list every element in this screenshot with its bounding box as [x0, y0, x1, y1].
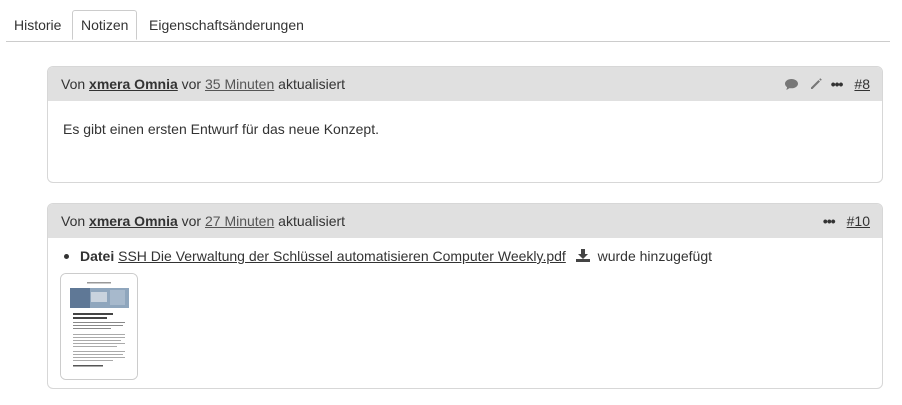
attachment-link[interactable]: SSH Die Verwaltung der Schlüssel automat…	[118, 248, 566, 264]
journal-details: Datei SSH Die Verwaltung der Schlüssel a…	[48, 247, 882, 266]
tab-history[interactable]: Historie	[6, 10, 69, 40]
journal-actions: ••• #8	[779, 67, 870, 101]
journal-header: Von xmera Omnia vor 35 Minuten aktualisi…	[48, 67, 882, 101]
journal-note: Es gibt einen ersten Entwurf für das neu…	[63, 121, 379, 137]
journal-number-link[interactable]: #8	[854, 67, 870, 101]
pdf-thumbnail[interactable]	[60, 273, 138, 380]
download-icon[interactable]	[575, 248, 590, 266]
speech-bubble-icon[interactable]	[781, 73, 803, 95]
author-link[interactable]: xmera Omnia	[89, 213, 178, 229]
time-link[interactable]: 35 Minuten	[205, 76, 274, 92]
journal-middle: vor	[181, 76, 202, 92]
journal-prefix: Von	[61, 213, 86, 229]
detail-label: Datei	[80, 248, 115, 264]
journal-actions: ••• #10	[819, 204, 870, 238]
ellipsis-icon[interactable]: •••	[823, 211, 836, 231]
tab-notes[interactable]: Notizen	[72, 10, 138, 40]
journal-suffix: aktualisiert	[278, 76, 346, 92]
journal-header: Von xmera Omnia vor 27 Minuten aktualisi…	[48, 204, 882, 238]
detail-item: Datei SSH Die Verwaltung der Schlüssel a…	[64, 247, 882, 266]
journal-number-link[interactable]: #10	[847, 204, 870, 238]
pencil-icon[interactable]	[805, 73, 827, 95]
author-link[interactable]: xmera Omnia	[89, 76, 178, 92]
ellipsis-icon[interactable]: •••	[831, 74, 844, 94]
detail-suffix: wurde hinzugefügt	[597, 248, 713, 264]
tab-bar: Historie Notizen Eigenschaftsänderungen	[6, 10, 890, 42]
journal-prefix: Von	[61, 76, 86, 92]
time-link[interactable]: 27 Minuten	[205, 213, 274, 229]
journal-entry: Von xmera Omnia vor 27 Minuten aktualisi…	[47, 203, 883, 389]
journal-middle: vor	[181, 213, 202, 229]
journal-entry: Von xmera Omnia vor 35 Minuten aktualisi…	[47, 66, 883, 183]
journal-suffix: aktualisiert	[278, 213, 346, 229]
tab-property-changes[interactable]: Eigenschaftsänderungen	[141, 10, 312, 40]
